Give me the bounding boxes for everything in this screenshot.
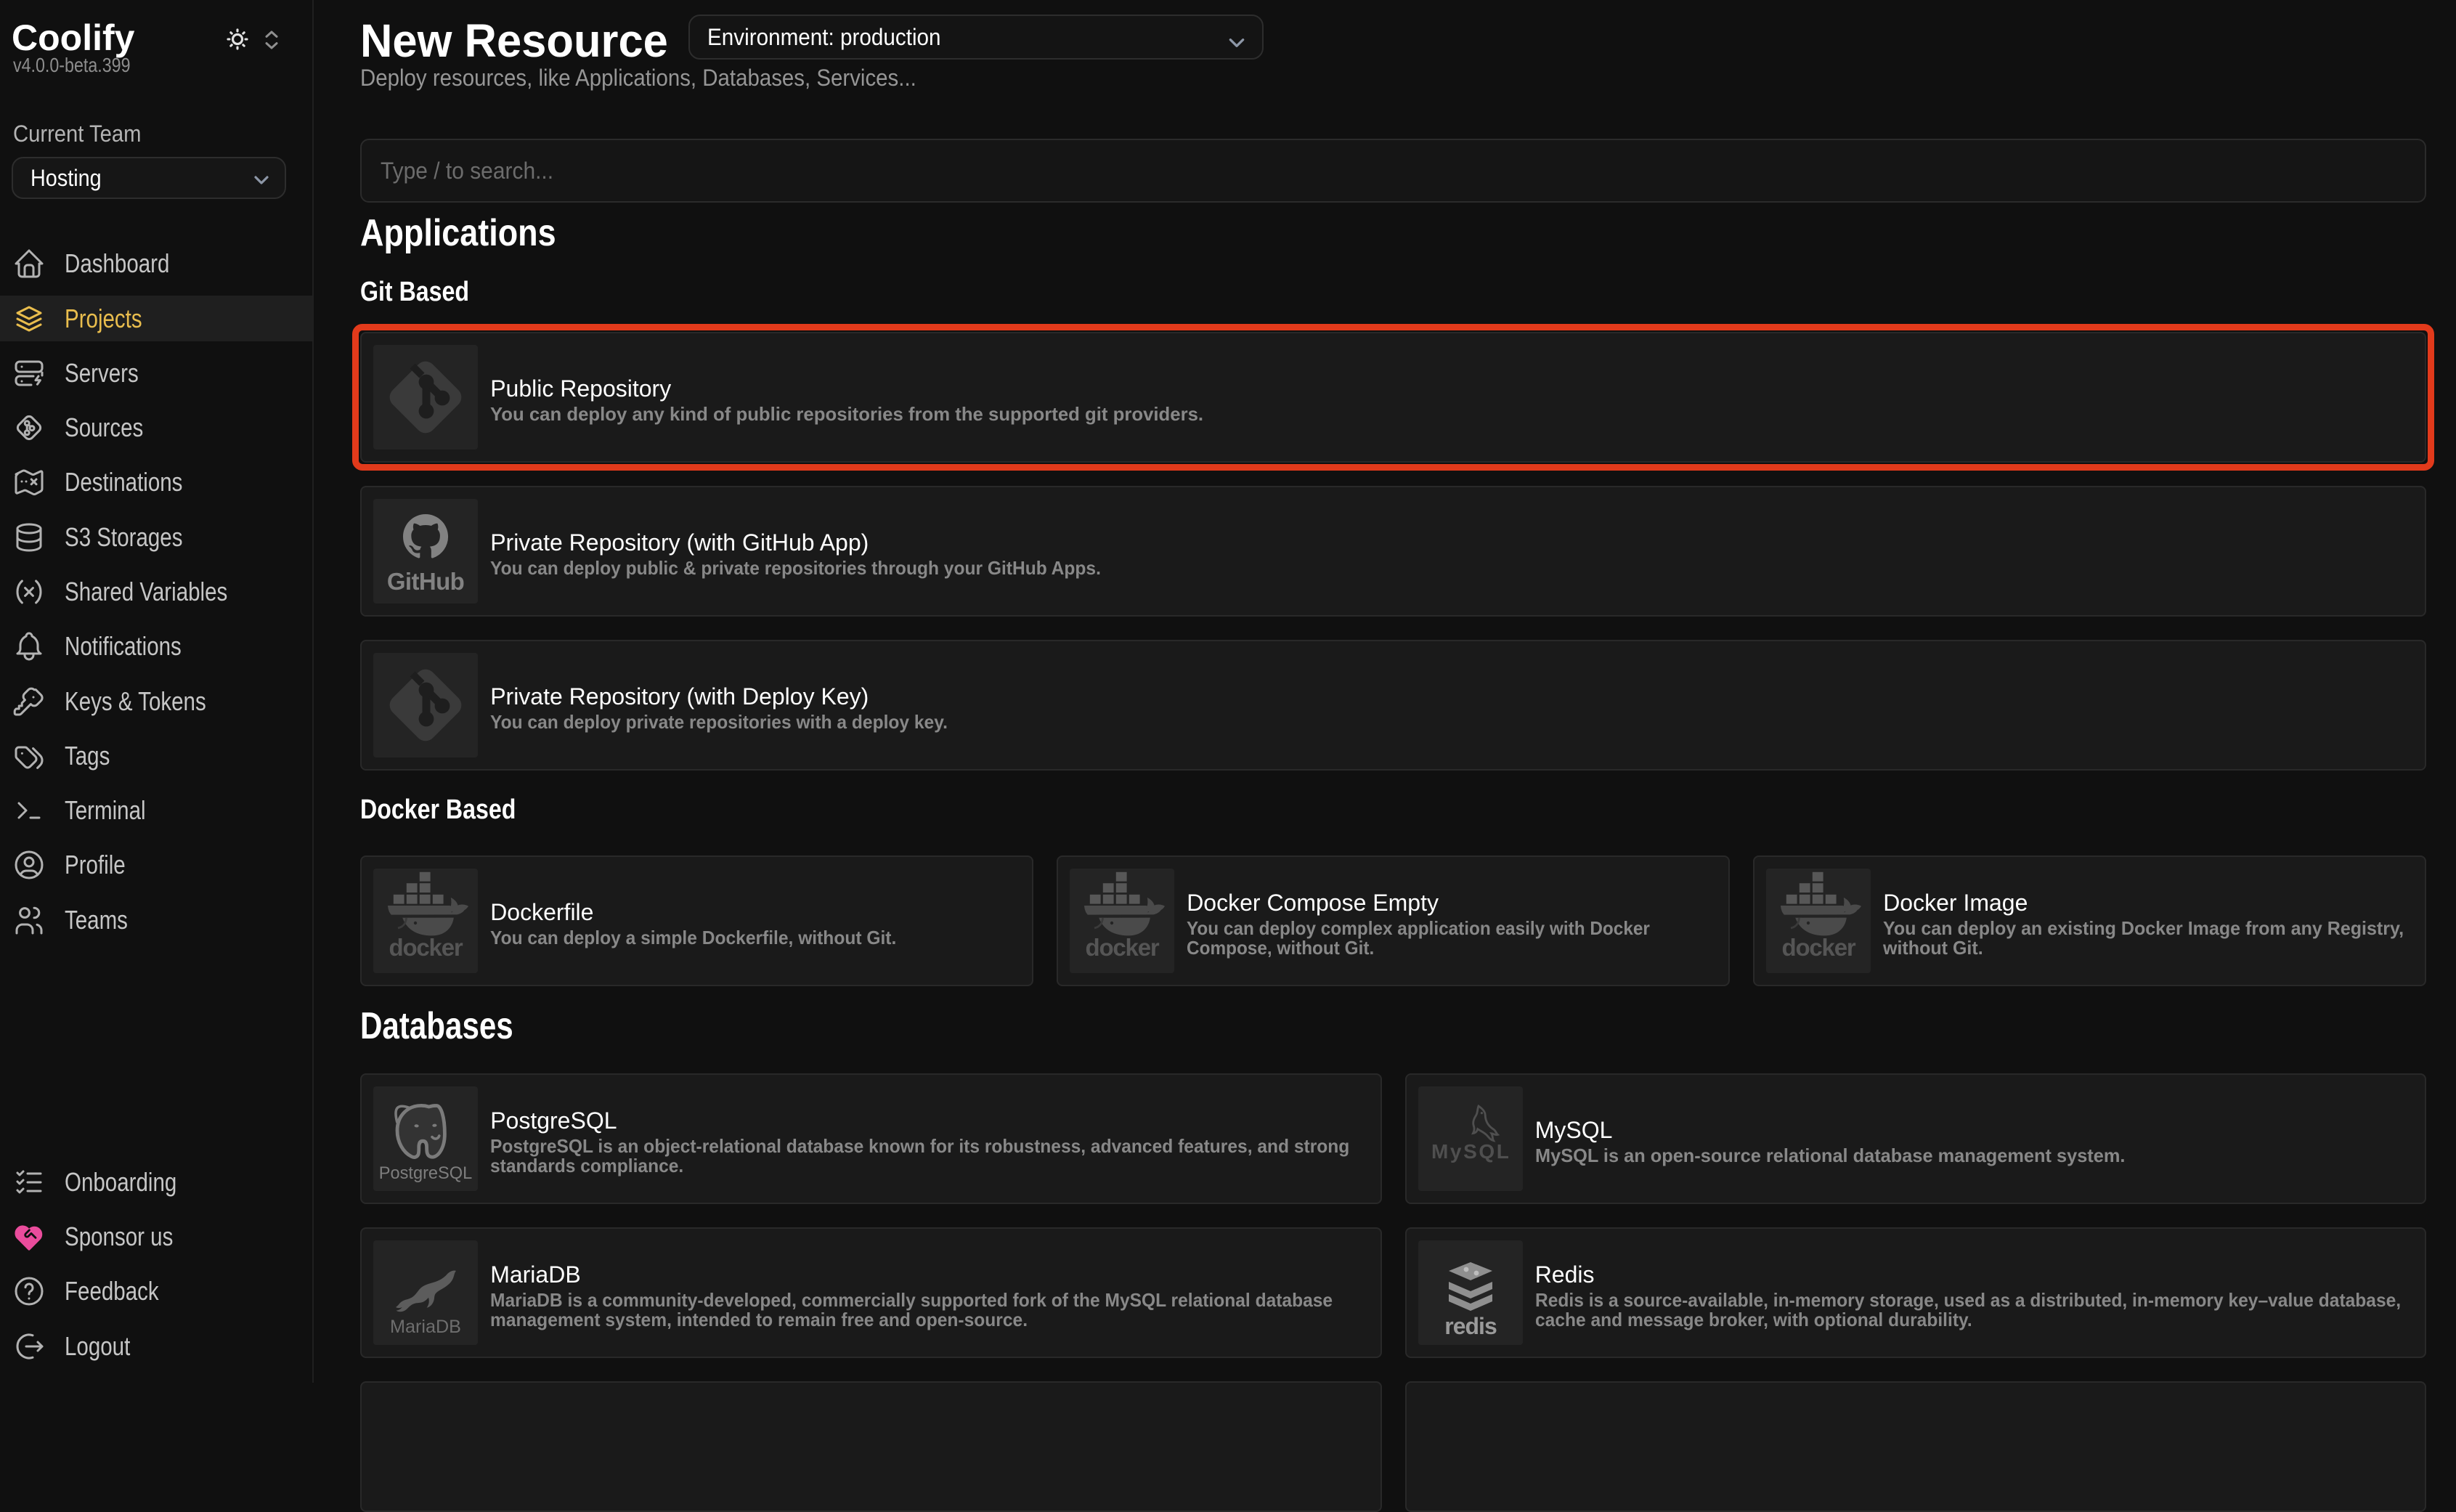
svg-text:MySQL: MySQL	[1431, 1140, 1509, 1163]
svg-text:docker: docker	[1781, 934, 1855, 961]
svg-text:docker: docker	[1085, 934, 1159, 961]
svg-text:docker: docker	[389, 934, 463, 961]
svg-text:PostgreSQL: PostgreSQL	[379, 1164, 473, 1183]
svg-text:GitHub: GitHub	[387, 568, 464, 595]
svg-text:MariaDB: MariaDB	[390, 1317, 461, 1337]
svg-text:redis: redis	[1444, 1313, 1497, 1339]
